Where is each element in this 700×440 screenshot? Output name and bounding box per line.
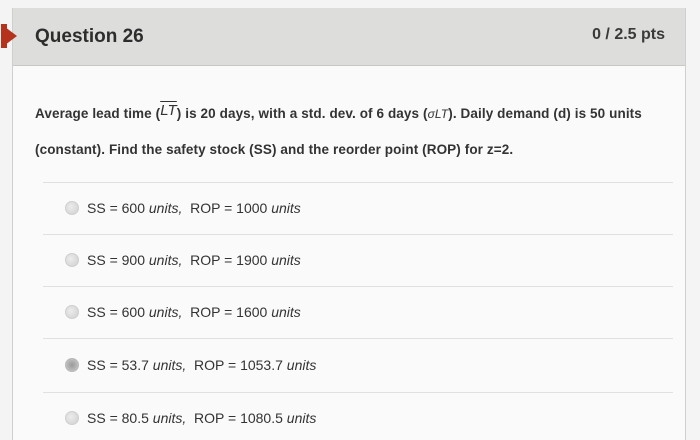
lead-time-symbol: LT <box>160 102 177 119</box>
divider <box>43 286 673 287</box>
answer-option-3[interactable]: SS = 600 units, ROP = 1600 units <box>65 300 301 324</box>
ss-value: SS = 80.5 <box>87 410 149 426</box>
flag-icon <box>1 24 17 48</box>
rop-value: ROP = 1900 <box>190 252 268 268</box>
rop-value: ROP = 1080.5 <box>194 410 283 426</box>
question-text: Average lead time (LT) is 20 days, with … <box>35 96 675 168</box>
radio-button[interactable] <box>65 305 79 319</box>
sigma-symbol: σLT <box>427 107 449 121</box>
ss-value: SS = 900 <box>87 252 145 268</box>
question-card: Question 26 0 / 2.5 pts Average lead tim… <box>1 8 686 440</box>
ss-unit: units, <box>148 200 183 216</box>
answer-text: SS = 53.7 units, ROP = 1053.7 units <box>87 357 316 373</box>
question-text-part2: ) is 20 days, with a std. dev. of 6 days… <box>176 106 428 121</box>
ss-value: SS = 53.7 <box>87 357 149 373</box>
rop-value: ROP = 1600 <box>190 304 268 320</box>
rop-unit: units <box>286 410 317 426</box>
radio-button[interactable] <box>65 253 79 267</box>
divider <box>43 182 673 183</box>
answer-text: SS = 900 units, ROP = 1900 units <box>87 252 301 268</box>
divider <box>43 234 673 235</box>
answer-option-5[interactable]: SS = 80.5 units, ROP = 1080.5 units <box>65 406 316 430</box>
answer-option-1[interactable]: SS = 600 units, ROP = 1000 units <box>65 196 301 220</box>
rop-unit: units <box>271 252 301 268</box>
rop-unit: units <box>271 200 301 216</box>
question-title: Question 26 <box>35 26 144 47</box>
page: Question 26 0 / 2.5 pts Average lead tim… <box>0 0 700 440</box>
ss-value: SS = 600 <box>87 304 145 320</box>
rop-value: ROP = 1053.7 <box>194 357 283 373</box>
question-text-part1: Average lead time ( <box>35 106 161 121</box>
radio-button[interactable] <box>65 411 79 425</box>
answer-text: SS = 80.5 units, ROP = 1080.5 units <box>87 410 316 426</box>
ss-unit: units, <box>148 304 183 320</box>
ss-unit: units, <box>152 410 187 426</box>
answer-text: SS = 600 units, ROP = 1600 units <box>87 304 301 320</box>
rop-unit: units <box>271 304 301 320</box>
rop-value: ROP = 1000 <box>190 200 268 216</box>
radio-button-selected[interactable] <box>65 358 79 372</box>
answer-text: SS = 600 units, ROP = 1000 units <box>87 200 301 216</box>
ss-value: SS = 600 <box>87 200 145 216</box>
ss-unit: units, <box>152 357 187 373</box>
divider <box>43 392 673 393</box>
question-points: 0 / 2.5 pts <box>592 26 665 43</box>
divider <box>43 338 673 339</box>
rop-unit: units <box>286 357 317 373</box>
question-header: Question 26 0 / 2.5 pts <box>1 8 685 66</box>
answer-option-4[interactable]: SS = 53.7 units, ROP = 1053.7 units <box>65 353 316 377</box>
answer-option-2[interactable]: SS = 900 units, ROP = 1900 units <box>65 248 301 272</box>
ss-unit: units, <box>148 252 183 268</box>
radio-button[interactable] <box>65 201 79 215</box>
